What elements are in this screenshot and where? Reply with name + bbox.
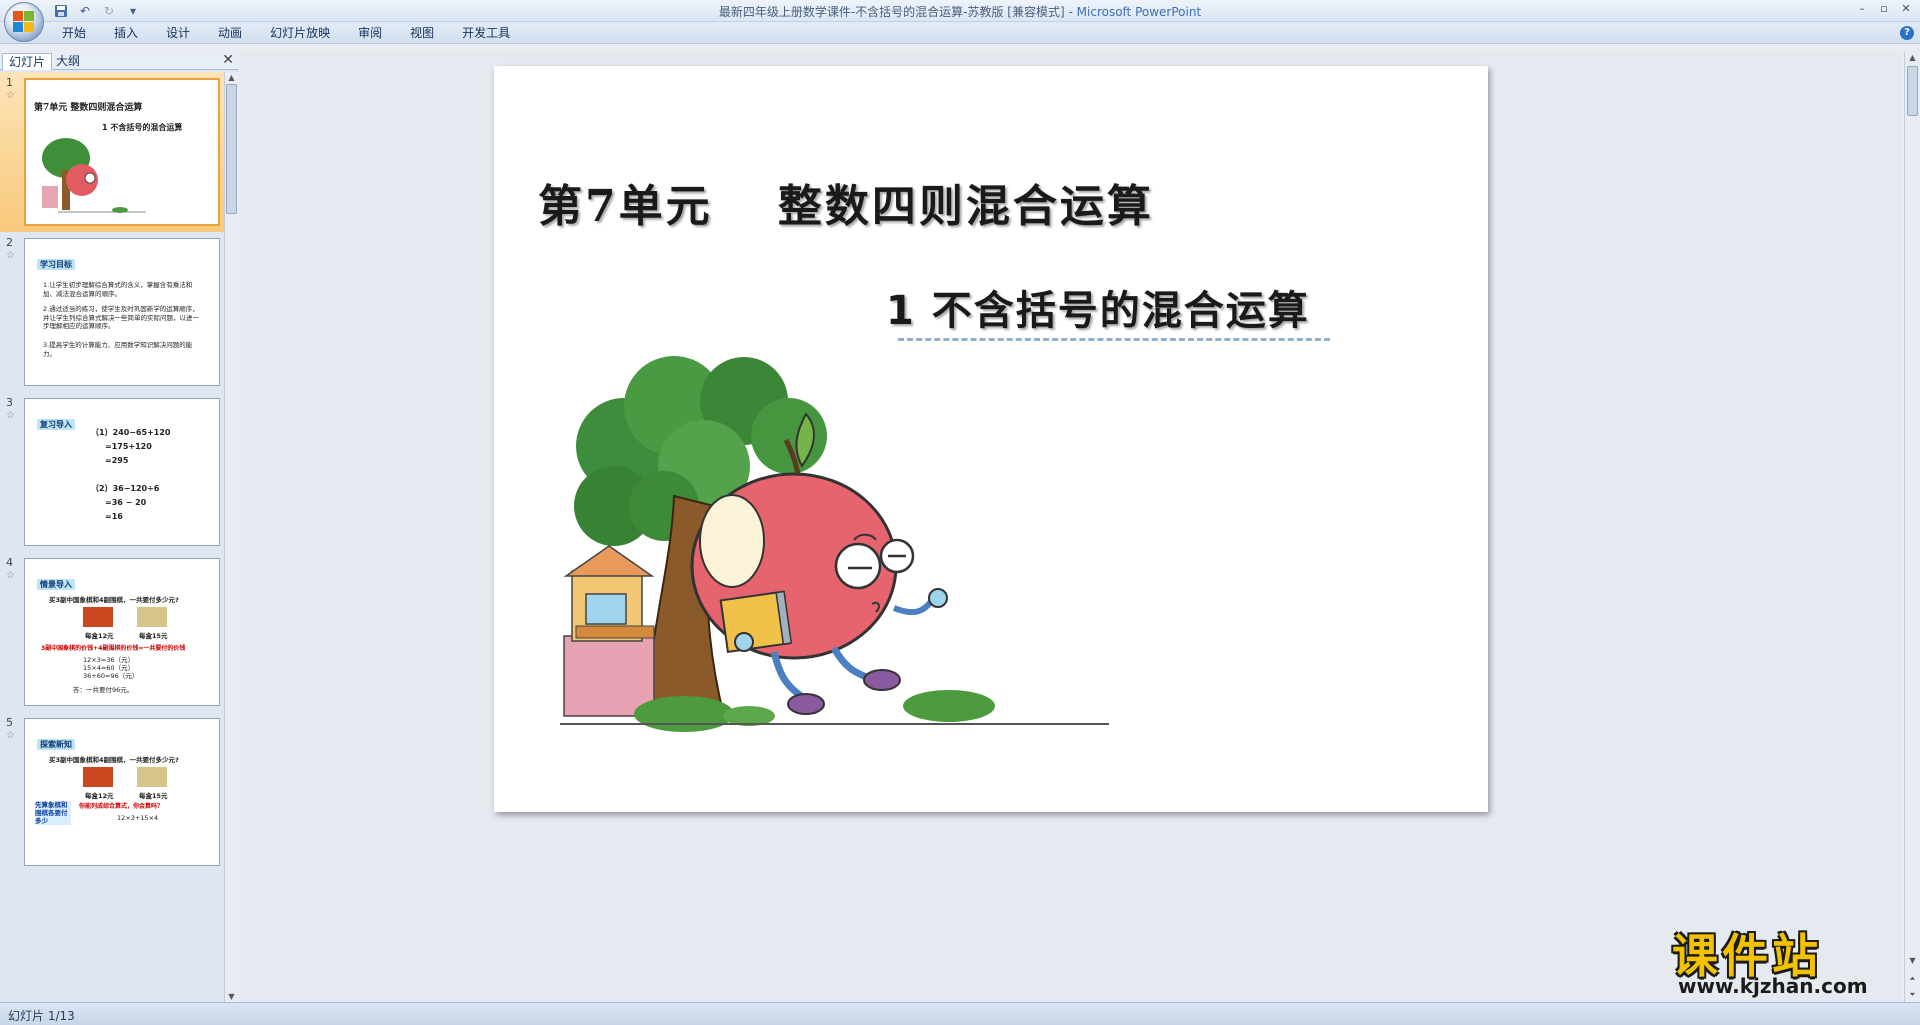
animation-star-icon: ☆ [6,410,15,421]
tab-animations[interactable]: 动画 [204,22,256,44]
animation-star-icon: ☆ [6,730,15,741]
thumb-math-line: （2）36−120÷6 [91,484,160,493]
tab-review[interactable]: 审阅 [344,22,396,44]
tab-developer[interactable]: 开发工具 [448,22,524,44]
thumb-note: 3副中国象棋的价钱+4副围棋的价钱=一共要付的价钱 [41,645,186,652]
slide-number: 5 [6,716,13,729]
pane-tab-bar: 幻灯片 大纲 ✕ [0,52,238,70]
title-bar: ↶ ↻ ▾ 最新四年级上册数学课件-不含括号的混合运算-苏教版 [兼容模式] -… [0,0,1920,22]
thumb-math-line: =295 [105,456,129,465]
office-button[interactable] [4,2,44,42]
thumb-title: 第7单元 整数四则混合运算 [34,103,143,113]
thumb-text-line: 2.通过适当的练习，使学生及时巩固新学的运算顺序，并让学生列综合算式解决一些简单… [43,305,199,330]
go-board-image [137,767,167,787]
tab-insert[interactable]: 插入 [100,22,152,44]
thumb-red-note: 你能列成综合算式，你会算吗？ [79,803,164,810]
office-logo-icon [13,11,35,33]
thumb-tag: 情景导入 [37,579,75,590]
slide-thumbnail-list: 1 ☆ 第7单元 整数四则混合运算 1 不含括号的混合运算 2 ☆ 学习目标 1… [0,72,224,1002]
thumb-math-line: （1）240−65+120 [91,428,171,437]
thumb-question: 买3副中国象棋和4副围棋，一共要付多少元? [49,596,179,604]
scroll-down-arrow-icon[interactable]: ▼ [225,991,238,1002]
animation-star-icon: ☆ [6,90,15,101]
slide-editor: 第7单元 整数四则混合运算 1 不含括号的混合运算 [240,52,1902,1002]
slide-preview: 情景导入 买3副中国象棋和4副围棋，一共要付多少元? 每盒12元 每盒15元 3… [24,558,220,706]
thumb-answer: 答：一共要付96元。 [73,686,134,694]
app-name: Microsoft PowerPoint [1076,5,1202,19]
thumb-illustration [42,138,146,213]
status-bar: 幻灯片 1/13 [0,1002,1920,1025]
thumb-calc: 36+60=96（元） [83,672,139,680]
window-controls: – ▫ ✕ [1852,1,1916,17]
slide-preview: 探索新知 买3副中国象棋和4副围棋，一共要付多少元? 每盒12元 每盒15元 先… [24,718,220,866]
thumb-tag: 学习目标 [37,259,75,270]
animation-star-icon: ☆ [6,570,15,581]
thumb-price: 每盒12元 [85,632,114,640]
scroll-up-arrow-icon[interactable]: ▲ [1906,52,1919,63]
scroll-thumb[interactable] [1907,66,1918,116]
help-icon[interactable]: ? [1900,26,1914,40]
slide-canvas[interactable]: 第7单元 整数四则混合运算 1 不含括号的混合运算 [494,66,1488,812]
scroll-down-arrow-icon[interactable]: ▼ [1906,955,1919,966]
pane-scrollbar[interactable]: ▲ ▼ [224,72,238,1002]
tab-design[interactable]: 设计 [152,22,204,44]
thumb-side-note: 先算象棋和围棋各要付多少 [35,801,71,825]
apple-character-illustration[interactable] [554,356,1114,736]
slide-preview: 复习导入 （1）240−65+120 =175+120 =295 （2）36−1… [24,398,220,546]
document-title: 最新四年级上册数学课件-不含括号的混合运算-苏教版 [兼容模式] [718,5,1065,19]
restore-button[interactable]: ▫ [1874,1,1894,17]
slide-preview: 学习目标 1.让学生初步理解综合算式的含义，掌握含有乘法和加、减法混合运算的顺序… [24,238,220,386]
thumb-question: 买3副中国象棋和4副围棋，一共要付多少元? [49,756,179,764]
watermark-url: www.kjzhan.com [1678,974,1868,998]
next-slide-icon[interactable]: ⏷ [1906,989,1919,1000]
slide-thumbnail-5[interactable]: 5 ☆ 探索新知 买3副中国象棋和4副围棋，一共要付多少元? 每盒12元 每盒1… [0,712,224,872]
scroll-thumb[interactable] [226,84,237,214]
ribbon-tab-bar: 开始 插入 设计 动画 幻灯片放映 审阅 视图 开发工具 ? [0,22,1920,44]
tab-view[interactable]: 视图 [396,22,448,44]
tab-slideshow[interactable]: 幻灯片放映 [256,22,344,44]
go-board-image [137,607,167,627]
thumb-tag: 复习导入 [37,419,75,430]
thumb-text-line: 1.让学生初步理解综合算式的含义，掌握含有乘法和加、减法混合运算的顺序。 [43,281,193,298]
thumb-text-line: 3.提高学生的计算能力、应用数学知识解决问题的能力。 [43,341,193,358]
editor-scrollbar[interactable]: ▲ ▼ ⏶ ⏷ [1904,52,1920,1002]
slides-pane: 幻灯片 大纲 ✕ 1 ☆ 第7单元 整数四则混合运算 1 不含括号的混合运算 2… [0,52,238,1002]
thumb-math-line: =175+120 [105,442,152,451]
slide-number: 3 [6,396,13,409]
tab-slides[interactable]: 幻灯片 [2,53,53,70]
slide-thumbnail-3[interactable]: 3 ☆ 复习导入 （1）240−65+120 =175+120 =295 （2）… [0,392,224,552]
slide-subtitle[interactable]: 1 不含括号的混合运算 [886,278,1310,336]
tab-outline[interactable]: 大纲 [50,53,86,70]
tab-home[interactable]: 开始 [48,22,100,44]
slide-title[interactable]: 第7单元 整数四则混合运算 [538,170,1154,234]
minimize-button[interactable]: – [1852,1,1872,17]
subtitle-underline [898,338,1330,341]
thumb-math-line: =16 [105,512,123,521]
watermark: 课件站 www.kjzhan.com [1668,920,1898,998]
slide-thumbnail-1[interactable]: 1 ☆ 第7单元 整数四则混合运算 1 不含括号的混合运算 [0,72,224,232]
scroll-up-arrow-icon[interactable]: ▲ [225,72,238,83]
animation-star-icon: ☆ [6,250,15,261]
close-pane-icon[interactable]: ✕ [222,52,234,68]
slide-number: 2 [6,236,13,249]
slide-thumbnail-4[interactable]: 4 ☆ 情景导入 买3副中国象棋和4副围棋，一共要付多少元? 每盒12元 每盒1… [0,552,224,712]
slide-number: 1 [6,76,13,89]
house-icon [563,545,655,717]
slide-number: 4 [6,556,13,569]
previous-slide-icon[interactable]: ⏶ [1906,973,1919,984]
slide-thumbnail-2[interactable]: 2 ☆ 学习目标 1.让学生初步理解综合算式的含义，掌握含有乘法和加、减法混合运… [0,232,224,392]
window-title: 最新四年级上册数学课件-不含括号的混合运算-苏教版 [兼容模式] - Micro… [718,5,1202,19]
thumb-subtitle: 1 不含括号的混合运算 [102,123,183,132]
thumb-calc: 12×3+15×4 [117,814,159,822]
chess-box-image [83,607,113,627]
thumb-tag: 探索新知 [37,739,75,750]
chess-box-image [83,767,113,787]
thumb-math-line: =36 − 20 [105,498,147,507]
close-button[interactable]: ✕ [1896,1,1916,17]
thumb-price: 每盒15元 [139,632,168,640]
slide-counter: 幻灯片 1/13 [8,1009,75,1023]
slide-preview: 第7单元 整数四则混合运算 1 不含括号的混合运算 [24,78,220,226]
